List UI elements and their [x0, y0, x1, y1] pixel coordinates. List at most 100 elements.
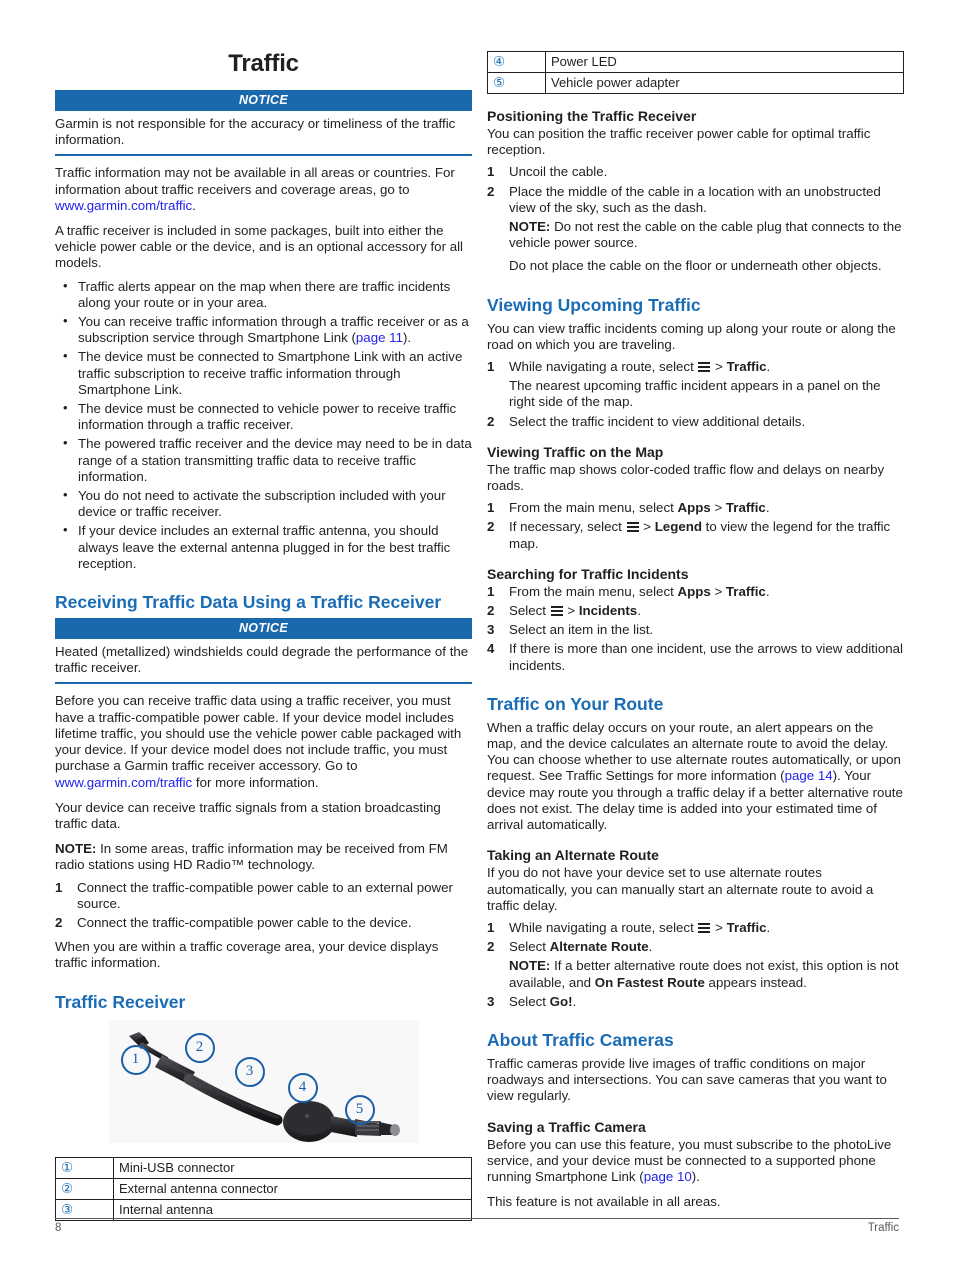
receiver-parts-table-left: ① Mini-USB connector ② External antenna …	[55, 1156, 472, 1221]
step-sep: >	[710, 583, 726, 599]
list-item: If your device includes an external traf…	[55, 522, 472, 572]
step-sep: >	[563, 603, 579, 619]
step-text: If necessary, select	[509, 519, 626, 535]
list-item-text: You do not need to activate the subscrip…	[78, 488, 446, 520]
hamburger-menu-icon	[698, 922, 711, 933]
list-item: 1 Uncoil the cable.	[487, 164, 904, 180]
paragraph-text-end: .	[192, 197, 196, 213]
list-item-text: The powered traffic receiver and the dev…	[78, 436, 472, 484]
note-bold-term: On Fastest Route	[594, 974, 705, 990]
callout-marker: ①	[55, 1156, 114, 1179]
list-item: 2 Select Alternate Route. NOTE: If a bett…	[487, 939, 904, 991]
list-item: 2 Connect the traffic-compatible power ca…	[55, 915, 472, 931]
paragraph-text: Before you can receive traffic data usin…	[55, 693, 462, 774]
step-text: Connect the traffic-compatible power cab…	[77, 879, 453, 911]
step-bold-term: Traffic	[726, 919, 767, 935]
list-item: 2 If necessary, select > Legend to view t…	[487, 519, 904, 551]
step-bold-term: Go!	[549, 993, 573, 1009]
step-note: NOTE: If a better alternative route does…	[509, 958, 904, 990]
step-bold-term: Alternate Route	[549, 939, 649, 955]
paragraph-saving-camera: Before you can use this feature, you mus…	[487, 1137, 904, 1186]
heading-receiving-traffic-data: Receiving Traffic Data Using a Traffic R…	[55, 592, 442, 613]
list-item: The device must be connected to Smartpho…	[55, 348, 472, 398]
step-text-end: .	[765, 500, 770, 516]
step-text: Select	[509, 603, 550, 619]
list-item: You can receive traffic information thro…	[55, 313, 472, 346]
step-number: 1	[487, 919, 495, 935]
callout-label: Mini-USB connector	[113, 1156, 472, 1179]
two-column-body: Traffic NOTICE Garmin is not responsible…	[0, 0, 954, 1221]
paragraph-text: Traffic information may not be available…	[55, 165, 455, 197]
cable-illustration	[128, 1031, 400, 1142]
list-item-text: If your device includes an external traf…	[78, 523, 451, 571]
note-label: NOTE:	[509, 958, 551, 974]
heading-saving-traffic-camera: Saving a Traffic Camera	[487, 1118, 646, 1135]
step-number: 1	[487, 164, 495, 180]
list-item: The powered traffic receiver and the dev…	[55, 435, 472, 485]
hamburger-menu-icon	[626, 522, 639, 533]
table-row: ② External antenna connector	[55, 1177, 472, 1200]
step-text: While navigating a route, select	[509, 919, 698, 935]
step-bold-term: Incidents	[578, 603, 638, 619]
step-text: Select	[509, 939, 550, 955]
step-number: 1	[487, 359, 495, 375]
callout-3: 3	[234, 1056, 265, 1087]
step-text: While navigating a route, select	[509, 359, 698, 375]
heading-traffic-on-your-route: Traffic on Your Route	[487, 693, 664, 714]
callout-marker: ③	[55, 1198, 114, 1221]
step-sep: >	[710, 500, 726, 516]
callout-marker: ②	[55, 1177, 114, 1200]
step-text: Place the middle of the cable in a locat…	[509, 183, 881, 215]
garmin-traffic-link[interactable]: www.garmin.com/traffic	[55, 198, 192, 213]
step-number: 1	[55, 879, 63, 895]
traffic-facts-list: Traffic alerts appear on the map when th…	[55, 278, 472, 572]
callout-label: External antenna connector	[113, 1177, 472, 1200]
list-item: 3 Select an item in the list.	[487, 622, 904, 638]
callout-label: Internal antenna	[113, 1198, 472, 1221]
footer-page-number: 8	[55, 1222, 62, 1234]
paragraph-text-end: for more information.	[192, 774, 319, 790]
list-item: You do not need to activate the subscrip…	[55, 487, 472, 520]
page-14-link[interactable]: page 14	[785, 768, 833, 783]
list-item: 2 Place the middle of the cable in a loca…	[487, 184, 904, 275]
list-item: 1 While navigating a route, select > Traf…	[487, 359, 904, 411]
heading-searching-incidents: Searching for Traffic Incidents	[487, 565, 689, 582]
list-item: Traffic alerts appear on the map when th…	[55, 278, 472, 311]
table-row: ⑤ Vehicle power adapter	[487, 72, 904, 94]
step-text-end: .	[648, 939, 653, 955]
note-text: Do not rest the cable on the cable plug …	[509, 219, 902, 251]
paragraph-receiver-included: A traffic receiver is included in some p…	[55, 223, 463, 271]
left-column: Traffic NOTICE Garmin is not responsible…	[55, 0, 472, 1221]
list-item: 2 Select the traffic incident to view add…	[487, 414, 904, 430]
notice-label: NOTICE	[55, 618, 472, 640]
step-number: 3	[487, 622, 495, 638]
page-11-link[interactable]: page 11	[356, 330, 403, 345]
steps-searching: 1 From the main menu, select Apps > Traff…	[487, 584, 904, 674]
table-row: ③ Internal antenna	[55, 1198, 472, 1221]
step-bold-term: Apps	[677, 500, 711, 516]
step-sep: >	[711, 919, 727, 935]
step-number: 1	[487, 500, 495, 516]
paragraph-positioning: You can position the traffic receiver po…	[487, 126, 871, 158]
steps-receiving-traffic: 1 Connect the traffic-compatible power ca…	[55, 880, 472, 932]
note-text-end: appears instead.	[704, 974, 807, 990]
step-sep: >	[639, 519, 655, 535]
steps-viewing-map: 1 From the main menu, select Apps > Traff…	[487, 500, 904, 552]
garmin-traffic-link-2[interactable]: www.garmin.com/traffic	[55, 775, 192, 790]
note-hd-radio: NOTE: In some areas, traffic information…	[55, 841, 472, 873]
callout-4: 4	[287, 1072, 318, 1103]
paragraph-traffic-availability: Traffic information may not be available…	[55, 165, 472, 214]
step-text: From the main menu, select	[509, 583, 678, 599]
callout-label: Power LED	[545, 51, 904, 73]
callout-5: 5	[344, 1094, 375, 1125]
paragraph-receive-signals: Your device can receive traffic signals …	[55, 799, 441, 831]
step-number: 2	[487, 603, 495, 619]
page-10-link[interactable]: page 10	[644, 1169, 692, 1184]
paragraph-text-end: ).	[691, 1168, 700, 1184]
paragraph-cameras: Traffic cameras provide live images of t…	[487, 1055, 887, 1104]
step-text-end: .	[766, 919, 771, 935]
callout-2: 2	[184, 1032, 215, 1063]
callout-1: 1	[120, 1044, 151, 1075]
step-number: 2	[487, 519, 495, 535]
list-item: 1 From the main menu, select Apps > Traff…	[487, 584, 904, 600]
